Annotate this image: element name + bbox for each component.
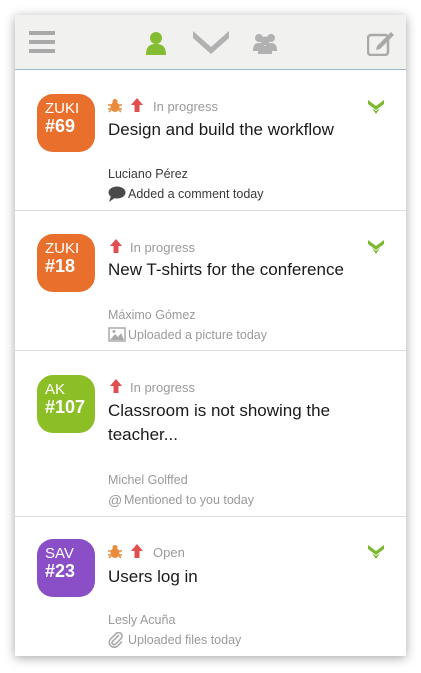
status-label: In progress [153,99,219,114]
priority-up-icon [110,239,122,258]
issue-title-line: New T-shirts for the conference [108,260,344,279]
activity-text: Uploaded a picture today [128,328,267,342]
speech-bubble-icon [108,186,126,205]
issue-title-line: Users log in [108,567,198,586]
priority-up-icon [131,544,143,563]
project-badge: SAV #23 [37,539,95,597]
activity-text: Uploaded files today [128,633,242,647]
hamburger-menu-icon[interactable] [29,31,55,53]
paperclip-icon [108,631,124,651]
project-code: AK [45,381,66,398]
issue-number: #23 [45,561,76,581]
picture-icon [108,327,126,345]
list-item[interactable]: ZUKI #69 In progress Design and build th… [15,70,406,211]
user-name: Luciano Pérez [108,167,188,181]
list-item[interactable]: SAV #23 Open Users log in Lesly Acuña Up… [15,517,406,656]
issue-title-line: teacher... [108,425,178,444]
compose-icon[interactable] [366,30,395,57]
group-icon[interactable] [253,32,277,54]
user-name: Michel Golffed [108,473,188,487]
list-item[interactable]: AK #107 In progress Classroom is not sho… [15,351,406,517]
issue-number: #18 [45,256,76,276]
at-sign-icon: @ [108,492,123,508]
issue-title: Users log in [108,565,368,589]
activity-text: Mentioned to you today [124,493,254,507]
person-icon[interactable] [145,31,167,55]
issue-title-line: Design and build the workflow [108,120,334,139]
status-label: Open [153,545,185,560]
issue-title: Classroom is not showing the teacher... [108,399,368,447]
issue-title: New T-shirts for the conference [108,258,368,282]
chevron-down-icon[interactable] [368,100,384,119]
issue-number: #69 [45,116,76,136]
project-badge: AK #107 [37,375,95,433]
project-code: ZUKI [45,100,80,117]
issue-number: #107 [45,397,86,417]
issue-title-line: Classroom is not showing the [108,401,331,420]
bug-icon [108,544,122,564]
status-label: In progress [130,380,196,395]
project-badge: ZUKI #18 [37,234,95,292]
list-item[interactable]: ZUKI #18 In progress New T-shirts for th… [15,211,406,351]
activity-text: Added a comment today [128,187,264,201]
priority-up-icon [110,379,122,398]
top-toolbar [15,15,406,70]
user-name: Máximo Gómez [108,308,196,322]
user-name: Lesly Acuña [108,613,176,627]
project-code: ZUKI [45,240,80,257]
chevron-filter-icon[interactable] [193,31,229,55]
project-badge: ZUKI #69 [37,94,95,152]
priority-up-icon [131,98,143,117]
app-frame: ZUKI #69 In progress Design and build th… [15,15,406,656]
project-code: SAV [45,545,74,562]
status-label: In progress [130,240,196,255]
chevron-down-icon[interactable] [368,240,384,259]
chevron-down-icon[interactable] [368,545,384,564]
bug-icon [108,98,122,118]
issue-title: Design and build the workflow [108,118,368,142]
